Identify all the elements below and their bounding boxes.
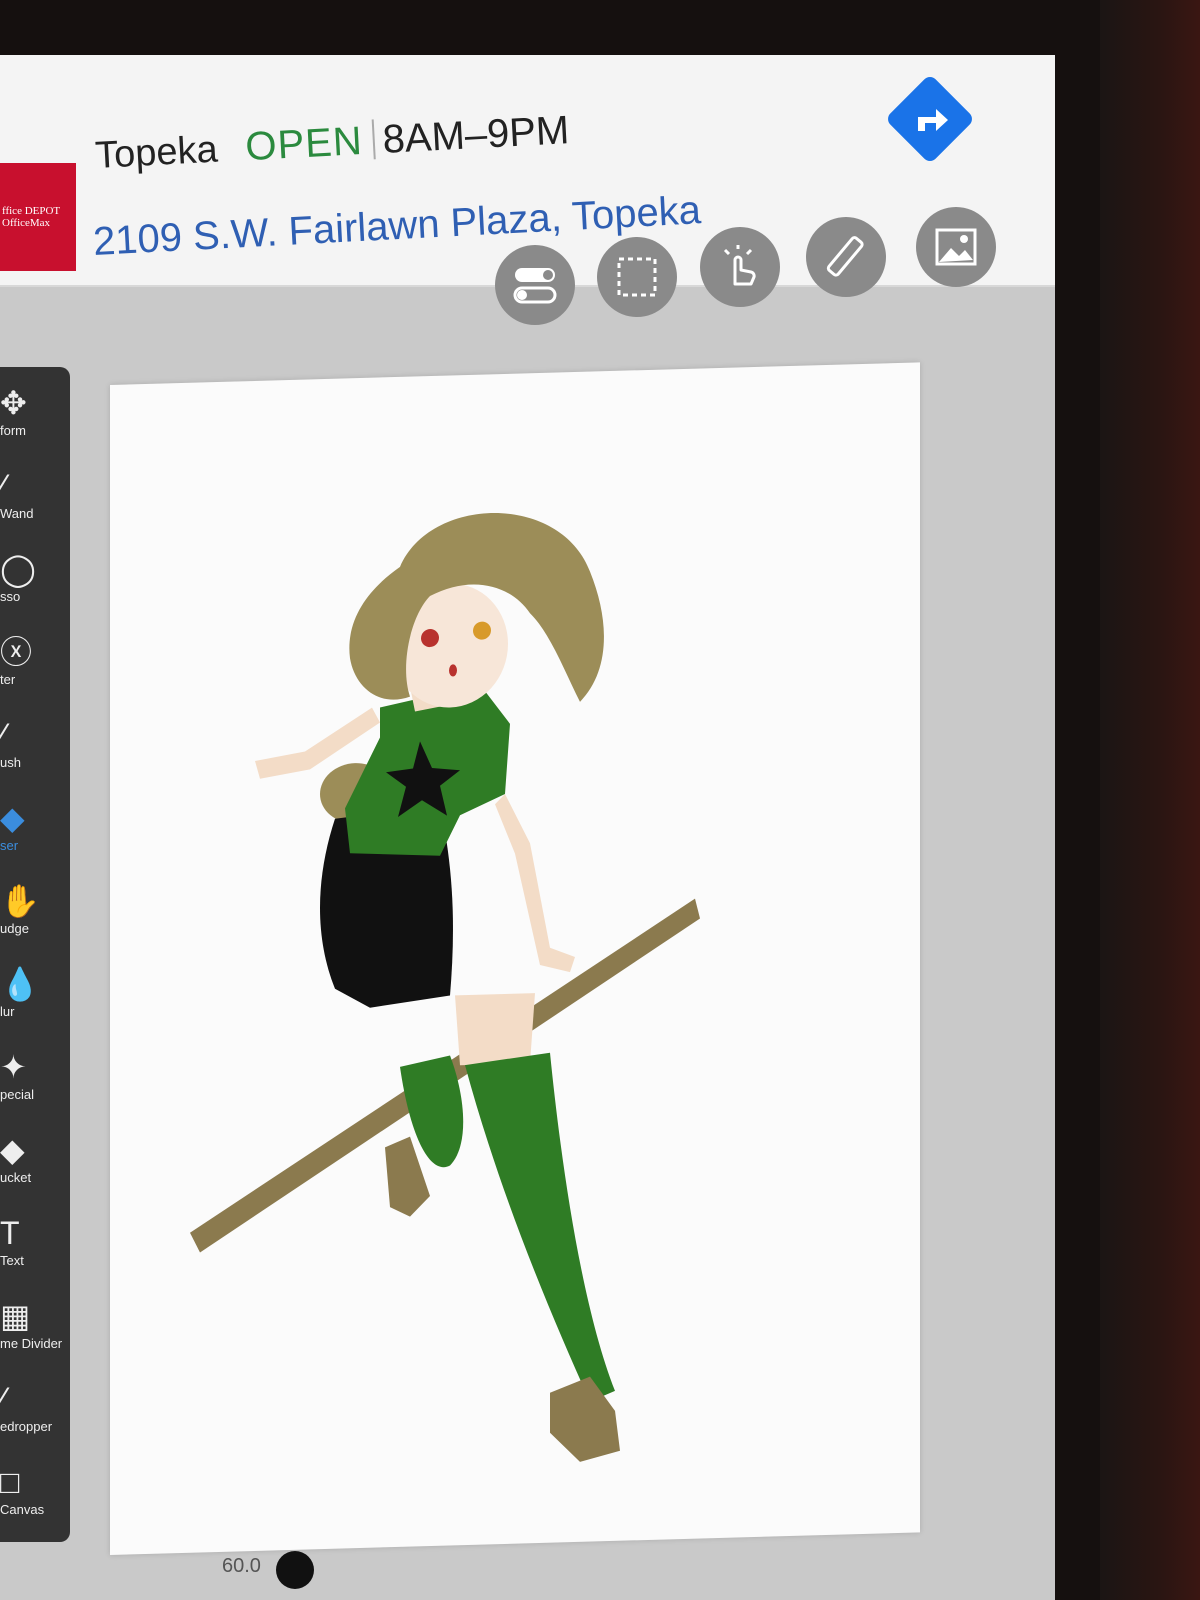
tool-blur[interactable]: 💧 lur	[0, 966, 70, 1019]
bucket-icon: ◆	[0, 1132, 25, 1168]
tool-brush[interactable]: ⁄ ush	[0, 717, 70, 770]
tool-special[interactable]: ✦ pecial	[0, 1049, 70, 1102]
smudge-icon: ✋	[0, 883, 40, 919]
canvas-icon: □	[0, 1464, 20, 1500]
tool-label: pecial	[0, 1087, 34, 1102]
store-title-line: Topeka OPEN 8AM–9PM	[94, 108, 570, 178]
app-screen: ffice DEPOT OfficeMax Topeka OPEN 8AM–9PM …	[0, 55, 1055, 1600]
leg-front	[465, 1052, 615, 1402]
drawing-canvas[interactable]	[110, 362, 920, 1556]
artwork	[190, 512, 700, 1462]
tool-canvas[interactable]: □ Canvas	[0, 1464, 70, 1517]
tool-label: edropper	[0, 1419, 53, 1434]
tool-label: ser	[0, 838, 19, 853]
zoom-knob[interactable]	[276, 1551, 314, 1589]
tool-filter[interactable]: ⓧ ter	[0, 634, 70, 687]
zoom-level: 60.0	[222, 1555, 261, 1577]
ruler-button[interactable]	[806, 217, 886, 297]
store-logo-line1: ffice DEPOT	[2, 205, 61, 217]
tool-lasso[interactable]: ◯ sso	[0, 551, 70, 604]
toggle-button[interactable]	[495, 245, 575, 325]
image-icon	[935, 228, 977, 266]
magic-wand-icon: ⁄	[0, 468, 6, 504]
tool-label: lur	[0, 1004, 15, 1019]
special-icon: ✦	[0, 1049, 27, 1085]
store-logo-line2: OfficeMax	[2, 217, 51, 229]
tool-label: Text	[0, 1253, 24, 1268]
eraser-icon: ◆	[0, 800, 25, 836]
store-name: Topeka	[94, 128, 219, 177]
tool-label: ter	[0, 672, 16, 687]
tool-label: udge	[0, 921, 29, 936]
text-icon: T	[0, 1215, 20, 1251]
tool-eyedropper[interactable]: ⁄ edropper	[0, 1381, 70, 1434]
toggle-icon	[513, 268, 557, 304]
tools-panel: ✥ form ⁄ Wand ◯ sso ⓧ ter ⁄ ush ◆ ser ✋ udge 💧 lur ✦ peci…	[0, 367, 70, 1542]
tool-label: Canvas	[0, 1502, 45, 1517]
tool-frame-divider[interactable]: ▦ me Divider	[0, 1298, 70, 1351]
tool-label: ucket	[0, 1170, 32, 1185]
tool-eraser[interactable]: ◆ ser	[0, 800, 70, 853]
ruler-icon	[826, 236, 864, 277]
filter-icon: ⓧ	[0, 634, 33, 670]
tool-transform[interactable]: ✥ form	[0, 385, 70, 438]
reference-image-button[interactable]	[916, 207, 996, 287]
selection-button[interactable]	[597, 237, 677, 317]
hand-touch-button[interactable]	[700, 227, 780, 307]
tool-label: ush	[0, 755, 21, 770]
tool-label: me Divider	[0, 1336, 63, 1351]
lasso-icon: ◯	[0, 551, 36, 587]
store-status: OPEN	[244, 118, 364, 170]
directions-arrow-icon	[918, 109, 948, 131]
tool-magic-wand[interactable]: ⁄ Wand	[0, 468, 70, 521]
thigh-front	[455, 993, 535, 1066]
tool-bucket[interactable]: ◆ ucket	[0, 1132, 70, 1185]
tool-label: form	[0, 423, 26, 438]
blur-icon: 💧	[0, 966, 40, 1002]
tool-label: Wand	[0, 506, 34, 521]
hand-touch-icon	[723, 245, 756, 286]
directions-button[interactable]	[884, 73, 976, 165]
tool-text[interactable]: T Text	[0, 1215, 70, 1268]
eyedropper-icon: ⁄	[0, 1381, 6, 1417]
frame-divider-icon: ▦	[0, 1298, 31, 1334]
tool-label: sso	[0, 589, 21, 604]
selection-icon	[617, 257, 657, 297]
arm-right	[495, 793, 575, 973]
tool-smudge[interactable]: ✋ udge	[0, 883, 70, 936]
tablet-bezel	[1100, 0, 1200, 1600]
store-logo: ffice DEPOT OfficeMax	[0, 163, 76, 271]
hours-divider	[371, 119, 376, 160]
brush-icon: ⁄	[0, 717, 6, 753]
transform-icon: ✥	[0, 385, 27, 421]
store-hours: 8AM–9PM	[381, 108, 571, 162]
